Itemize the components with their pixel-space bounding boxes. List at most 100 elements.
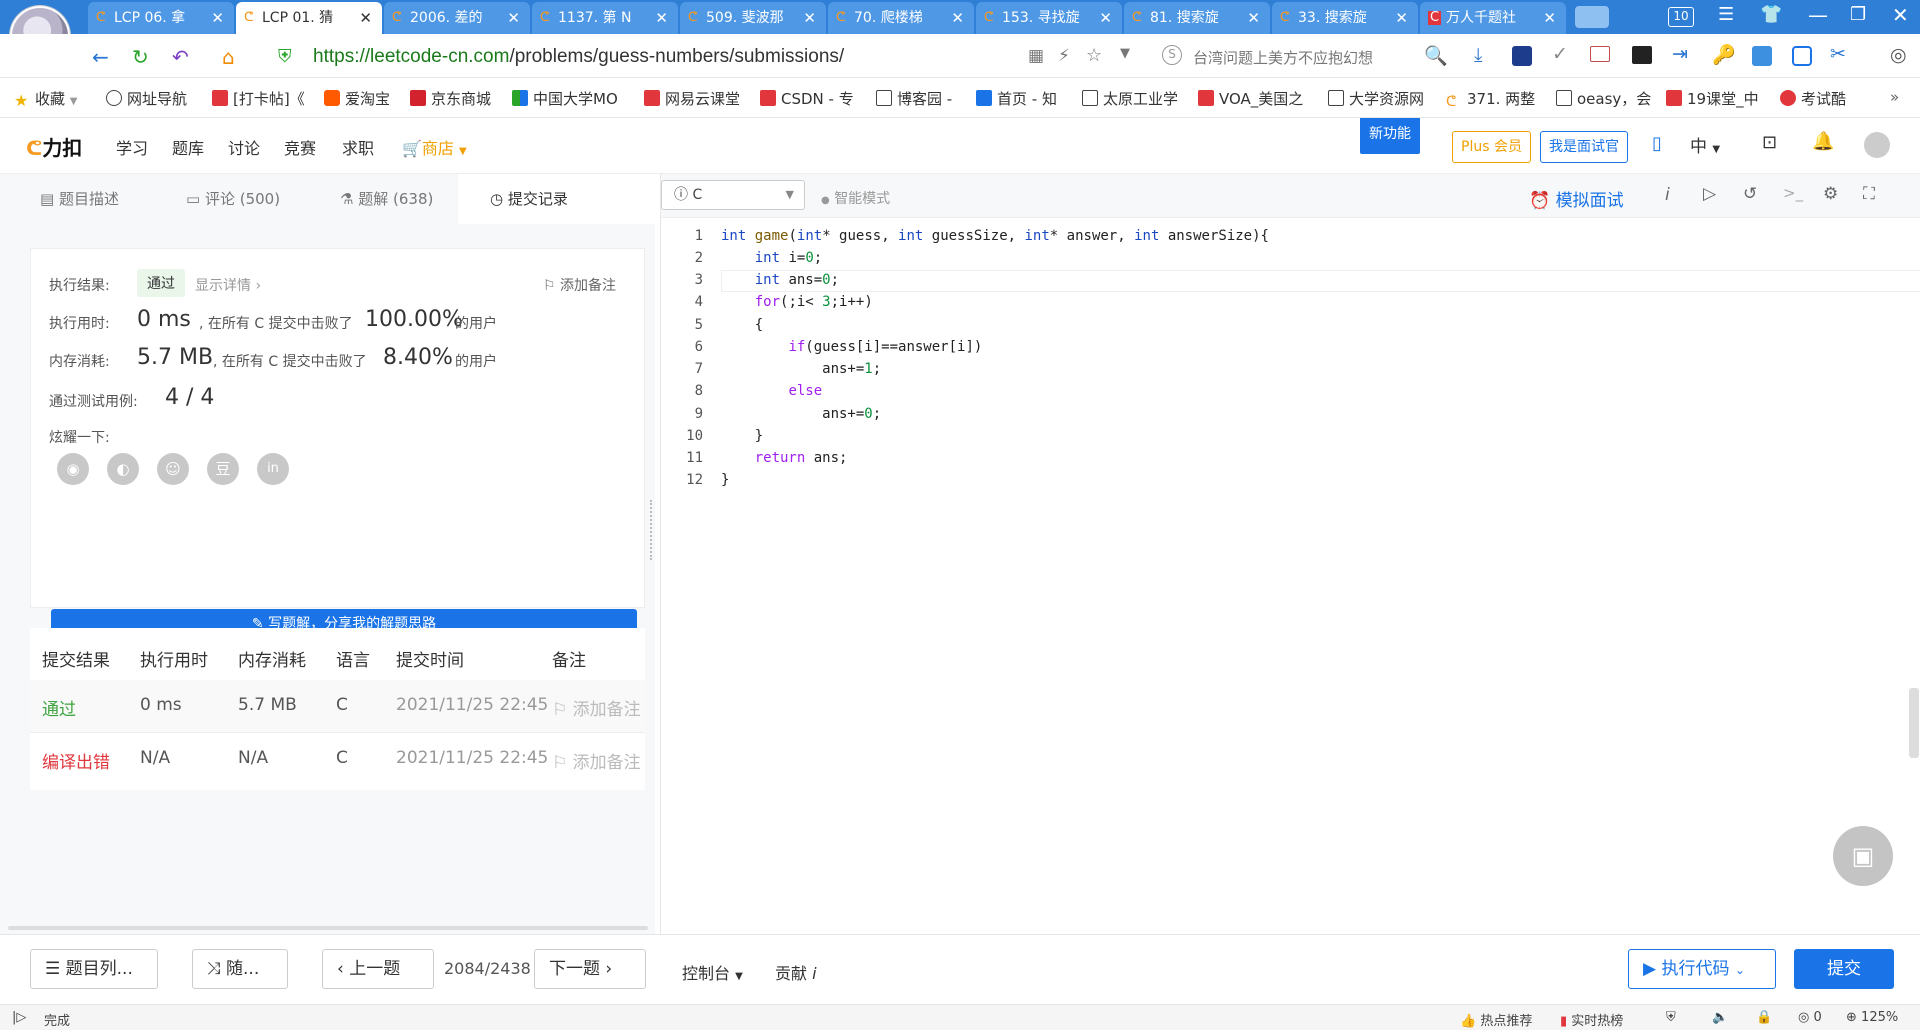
status-compile-error-link[interactable]: 编译出错 (42, 748, 110, 773)
user-circle-icon[interactable]: ◎ (1890, 44, 1907, 66)
prev-problem-button[interactable]: ‹ 上一题 (322, 949, 434, 989)
browser-tab[interactable]: ᕦ 81. 搜索旋 ✕ (1124, 2, 1270, 34)
profile-avatar[interactable] (1864, 132, 1890, 158)
close-icon[interactable]: ✕ (1247, 2, 1260, 34)
bookmark-item[interactable]: 大学资源网 (1328, 88, 1424, 109)
close-window-icon[interactable]: ✕ (1892, 3, 1909, 27)
extension-icon[interactable] (1632, 46, 1652, 64)
close-icon[interactable]: ✕ (211, 2, 224, 34)
lightning-icon[interactable]: ⚡ (1058, 46, 1070, 66)
add-note-link[interactable]: ⚐ 添加备注 (543, 275, 616, 295)
vertical-scrollbar[interactable] (1909, 688, 1919, 758)
reader-icon[interactable] (1590, 46, 1610, 62)
counter[interactable]: ◎ 0 (1798, 1010, 1822, 1025)
hot-recommend[interactable]: 👍 热点推荐 (1460, 1010, 1532, 1029)
close-icon[interactable]: ✕ (507, 2, 520, 34)
linkedin-icon[interactable]: in (257, 453, 289, 485)
bell-icon[interactable]: 🔔 (1812, 131, 1834, 152)
contribute-link[interactable]: 贡献 i (775, 960, 817, 984)
home-icon[interactable]: ⌂ (222, 45, 235, 69)
extension-icon[interactable] (1512, 46, 1532, 66)
bookmark-item[interactable]: 太原工业学 (1082, 88, 1178, 109)
douban-icon[interactable]: 豆 (207, 453, 239, 485)
tab-submissions[interactable]: ◷ 提交记录 (490, 188, 568, 209)
minimize-icon[interactable]: — (1808, 3, 1828, 27)
browser-tab[interactable]: ᕦ 2006. 差的 ✕ (384, 2, 530, 34)
close-icon[interactable]: ✕ (803, 2, 816, 34)
nav-learn[interactable]: 学习 (116, 135, 148, 159)
chevron-down-icon[interactable]: ▼ (1120, 46, 1130, 61)
next-problem-button[interactable]: 下一题 › (534, 949, 646, 989)
restore-icon[interactable]: ❐ (1850, 4, 1866, 25)
browser-tab[interactable]: ᕦ 1137. 第 N ✕ (532, 2, 678, 34)
search-engine-icon[interactable]: S (1162, 45, 1182, 65)
bookmark-item[interactable]: 博客园 - (876, 88, 952, 109)
bookmark-item[interactable]: VOA_美国之 (1198, 88, 1303, 109)
nav-store[interactable]: 🛒商店 ▼ (402, 135, 467, 159)
show-details-link[interactable]: 显示详情 › (195, 275, 261, 295)
url-field[interactable]: https://leetcode-cn.com/problems/guess-n… (313, 46, 844, 68)
tab-description[interactable]: ▤ 题目描述 (40, 188, 119, 209)
browser-tab[interactable]: ᕦ 70. 爬楼梯 ✕ (828, 2, 974, 34)
browser-tab[interactable]: ᕦ LCP 06. 拿 ✕ (88, 2, 234, 34)
tab-count-badge[interactable]: 10 (1668, 7, 1694, 27)
mobile-icon[interactable]: ▯ (1652, 133, 1662, 154)
bookmark-item[interactable]: oeasy，会 (1556, 88, 1651, 109)
bookmark-item[interactable]: 中国大学MO (512, 88, 618, 109)
panel-resize-handle[interactable] (650, 500, 654, 560)
browser-tab[interactable]: ᕦ 33. 搜索旋 ✕ (1272, 2, 1418, 34)
terminal-icon[interactable]: >_ (1783, 184, 1803, 202)
browser-tab[interactable]: ᕦ 509. 斐波那 ✕ (680, 2, 826, 34)
console-toggle[interactable]: 控制台 ▼ (682, 960, 743, 984)
more-bookmarks-icon[interactable]: » (1890, 88, 1899, 106)
secure-shield-icon[interactable]: ⛨ (278, 46, 292, 67)
undo-icon[interactable]: ↶ (172, 45, 189, 69)
row-add-note[interactable]: ⚐ 添加备注 (552, 695, 645, 720)
table-row[interactable]: 通过 0 ms 5.7 MB C 2021/11/25 22:45 ⚐ 添加备注 (30, 680, 645, 732)
bookmark-item[interactable]: 考试酷 (1780, 88, 1846, 109)
play-icon[interactable]: ▷ (1703, 184, 1716, 204)
nav-discuss[interactable]: 讨论 (228, 135, 260, 159)
nav-contest[interactable]: 竞赛 (284, 135, 316, 159)
lock-icon[interactable]: 🔒 (1756, 1010, 1772, 1025)
problem-list-button[interactable]: ☰ 题目列... (30, 949, 158, 989)
download-icon[interactable]: ⤓ (1474, 44, 1482, 66)
bookmark-item[interactable]: 京东商城 (410, 88, 491, 109)
wechat-icon[interactable]: ◉ (57, 453, 89, 485)
reset-icon[interactable]: ↺ (1743, 184, 1757, 204)
close-icon[interactable]: ✕ (1099, 2, 1112, 34)
refresh-icon[interactable]: ↻ (132, 45, 149, 69)
leetcode-logo[interactable]: ᕦ力扣 (26, 132, 82, 161)
random-button[interactable]: ⤨ 随... (192, 949, 288, 989)
bookmark-item[interactable]: 网址导航 (106, 88, 187, 109)
browser-tab[interactable]: ᕦ 153. 寻找旋 ✕ (976, 2, 1122, 34)
bookmark-item[interactable]: 19课堂_中 (1666, 88, 1759, 109)
star-icon[interactable]: ☆ (1086, 45, 1102, 66)
qr-icon[interactable]: ▦ (1028, 46, 1044, 66)
table-row[interactable]: 编译出错 N/A N/A C 2021/11/25 22:45 ⚐ 添加备注 (30, 732, 645, 784)
code-area[interactable]: 1 2 3 4 5 6 7 8 9 10 11 12 int game(int*… (661, 218, 1920, 934)
notes-floating-button[interactable]: ▣ (1833, 826, 1893, 886)
check-icon[interactable]: ✓ (1552, 43, 1568, 65)
horizontal-scrollbar[interactable] (8, 926, 648, 930)
browser-tab[interactable]: C 万人千题社 ✕ (1420, 2, 1566, 34)
nav-jobs[interactable]: 求职 (342, 135, 374, 159)
back-icon[interactable]: ← (92, 45, 109, 69)
weibo-icon[interactable]: ◐ (107, 453, 139, 485)
shield-icon[interactable]: ⛨ (1666, 1010, 1676, 1025)
settings-icon[interactable]: ⚙ (1823, 184, 1838, 204)
smart-mode-toggle[interactable]: ● 智能模式 (821, 188, 890, 208)
realtime-hot[interactable]: ▮ 实时热榜 (1560, 1010, 1623, 1029)
bookmark-item[interactable]: ★ 收藏 ▼ (14, 88, 78, 109)
row-add-note[interactable]: ⚐ 添加备注 (552, 748, 645, 773)
tab-solutions[interactable]: ⚗ 题解 (638) (340, 188, 433, 209)
translate-icon[interactable] (1752, 46, 1772, 66)
plus-member-button[interactable]: Plus 会员 (1452, 131, 1531, 163)
shield-icon[interactable] (1792, 46, 1812, 66)
close-icon[interactable]: ✕ (951, 2, 964, 34)
close-icon[interactable]: ✕ (1395, 2, 1408, 34)
language-switch[interactable]: 中 ▼ (1690, 132, 1720, 157)
fullscreen-icon[interactable]: ⛶ (1863, 184, 1875, 204)
key-icon[interactable]: 🔑 (1712, 43, 1736, 66)
browser-tab-active[interactable]: ᕦ LCP 01. 猜 ✕ (236, 2, 382, 34)
